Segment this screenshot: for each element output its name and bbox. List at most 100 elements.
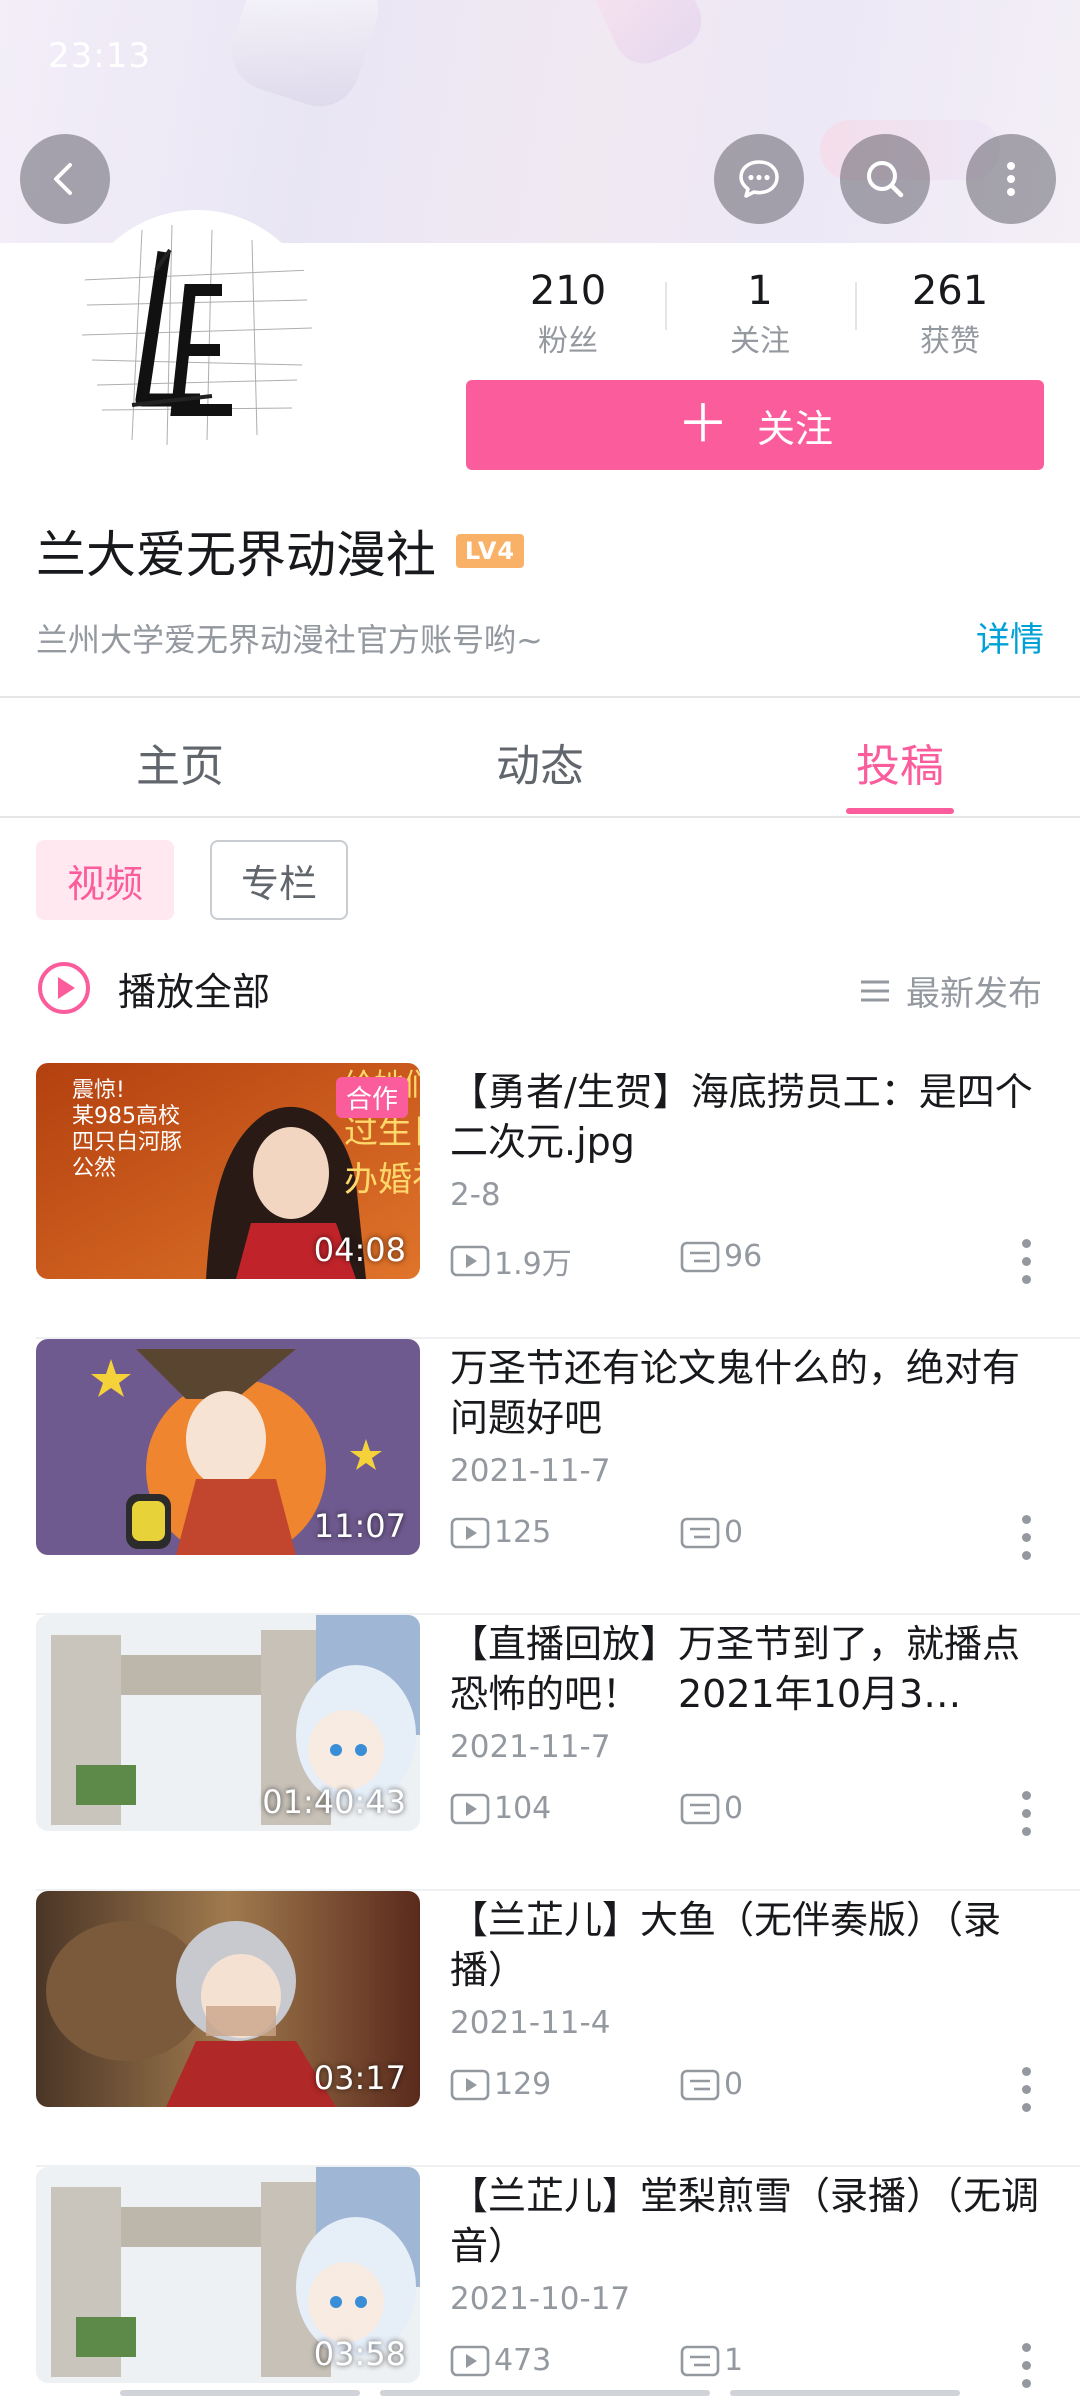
video-date: 2-8 [450, 1177, 501, 1213]
video-thumbnail[interactable]: 震惊! 某985高校 四只白河豚 公然 给她们 过生日 办婚礼 合作 04:08 [36, 1063, 420, 1279]
video-date: 2021-11-7 [450, 1453, 611, 1489]
list-sort-icon [861, 980, 889, 1001]
video-thumbnail[interactable]: 03:58 [36, 2167, 420, 2383]
back-arrow-icon [54, 163, 72, 195]
video-title[interactable]: 【兰芷儿】堂梨煎雪（录播）（无调音） [450, 2171, 1050, 2271]
following-stat[interactable]: 1 关注 [670, 268, 850, 360]
video-title[interactable]: 【直播回放】万圣节到了，就播点恐怖的吧！ 2021年10月3… [450, 1619, 1050, 1719]
tab-dynamics[interactable]: 动态 [420, 730, 660, 794]
active-tab-indicator [846, 808, 954, 814]
tab-submissions[interactable]: 投稿 [780, 730, 1020, 794]
username-row: 兰大爱无界动漫社 LV4 [36, 515, 524, 587]
message-button[interactable] [714, 134, 804, 224]
chat-bubble-icon [739, 160, 779, 198]
video-duration: 03:58 [313, 2335, 406, 2373]
play-count-icon [450, 2069, 490, 2100]
more-icon[interactable] [1022, 1239, 1034, 1293]
view-count-value: 1.9万 [494, 1247, 572, 1282]
view-count-value: 125 [494, 1515, 552, 1550]
sort-button[interactable]: 最新发布 [858, 966, 1042, 1015]
back-button[interactable] [20, 134, 110, 224]
play-count-icon [450, 1245, 490, 1277]
likes-count: 261 [911, 268, 989, 314]
video-title[interactable]: 万圣节还有论文鬼什么的，绝对有问题好吧 [450, 1343, 1050, 1443]
divider [0, 816, 1080, 818]
comment-count: 0 [680, 1515, 743, 1550]
tab-home[interactable]: 主页 [60, 730, 300, 794]
play-all-button[interactable]: 播放全部 [36, 960, 270, 1016]
plus-icon: ＋ [676, 395, 729, 455]
stat-divider [665, 282, 667, 330]
play-all-label: 播放全部 [118, 969, 271, 1014]
video-title[interactable]: 【兰芷儿】大鱼（无伴奏版）（录播） [450, 1895, 1050, 1995]
subtab-column[interactable]: 专栏 [210, 840, 348, 920]
video-date: 2021-11-4 [450, 2005, 611, 2041]
navigation-bar-segment [730, 2390, 960, 2396]
sort-label: 最新发布 [906, 974, 1042, 1014]
play-count-icon [450, 2345, 490, 2376]
more-icon[interactable] [1022, 2067, 1034, 2121]
more-options-button[interactable] [966, 134, 1056, 224]
search-button[interactable] [840, 134, 930, 224]
view-count: 129 [450, 2067, 551, 2102]
avatar-logo-image [81, 224, 313, 446]
comment-count-value: 0 [724, 2067, 744, 2102]
danmaku-icon [680, 2069, 720, 2100]
video-duration: 01:40:43 [262, 1783, 406, 1821]
play-circle-icon [38, 962, 90, 1014]
stat-divider [855, 282, 857, 330]
video-date: 2021-10-17 [450, 2281, 631, 2317]
thumb-caption-line: 过生日 [344, 1112, 420, 1152]
comment-count-value: 0 [724, 1791, 744, 1826]
video-duration: 11:07 [313, 1507, 406, 1545]
banner-decoration [578, 0, 712, 74]
video-item[interactable]: 01:40:43 【直播回放】万圣节到了，就播点恐怖的吧！ 2021年10月3…… [0, 1615, 1080, 1891]
thumb-caption-line: 震惊! [72, 1078, 125, 1103]
profile-signature: 兰州大学爱无界动漫社官方账号哟~ [36, 621, 543, 659]
view-count: 1.9万 [450, 1239, 572, 1283]
likes-label: 获赞 [920, 324, 980, 359]
view-count: 473 [450, 2343, 551, 2378]
following-label: 关注 [730, 324, 790, 359]
navigation-bar-segment [380, 2390, 710, 2396]
vertical-dots-icon [1007, 162, 1015, 196]
follow-button[interactable]: ＋ 关注 [466, 380, 1044, 470]
thumb-caption-line: 公然 [72, 1156, 116, 1181]
view-count-value: 129 [494, 2067, 552, 2102]
play-count-icon [450, 1793, 490, 1824]
view-count: 104 [450, 1791, 551, 1826]
more-icon[interactable] [1022, 1791, 1034, 1845]
navigation-bar-segment [120, 2390, 360, 2396]
video-item[interactable]: 11:07 万圣节还有论文鬼什么的，绝对有问题好吧 2021-11-7 125 … [0, 1339, 1080, 1615]
username: 兰大爱无界动漫社 [36, 526, 436, 584]
video-title[interactable]: 【勇者/生贺】海底捞员工：是四个二次元.jpg [450, 1067, 1050, 1167]
more-icon[interactable] [1022, 2343, 1034, 2397]
comment-count: 0 [680, 2067, 743, 2102]
follow-label: 关注 [757, 406, 834, 451]
danmaku-icon [680, 2345, 720, 2376]
banner-decoration [221, 0, 389, 117]
video-date: 2021-11-7 [450, 1729, 611, 1765]
video-item[interactable]: 03:17 【兰芷儿】大鱼（无伴奏版）（录播） 2021-11-4 129 0 [0, 1891, 1080, 2167]
thumb-caption-line: 办婚礼 [344, 1160, 420, 1200]
avatar[interactable] [72, 210, 322, 460]
video-thumbnail[interactable]: 01:40:43 [36, 1615, 420, 1831]
level-badge: LV4 [456, 534, 524, 568]
comment-count: 96 [680, 1239, 762, 1274]
fans-stat[interactable]: 210 粉丝 [478, 268, 658, 360]
view-count: 125 [450, 1515, 551, 1550]
comment-count-value: 96 [724, 1239, 763, 1274]
more-icon[interactable] [1022, 1515, 1034, 1569]
danmaku-icon [680, 1517, 720, 1548]
thumb-caption-line: 某985高校 [72, 1104, 180, 1129]
likes-stat[interactable]: 261 获赞 [860, 268, 1040, 360]
video-item[interactable]: 03:58 【兰芷儿】堂梨煎雪（录播）（无调音） 2021-10-17 473 … [0, 2167, 1080, 2400]
video-item[interactable]: 震惊! 某985高校 四只白河豚 公然 给她们 过生日 办婚礼 合作 04:08… [0, 1063, 1080, 1339]
fans-label: 粉丝 [538, 324, 598, 359]
comment-count: 1 [680, 2343, 743, 2378]
danmaku-icon [680, 1241, 720, 1272]
subtab-video[interactable]: 视频 [36, 840, 174, 920]
video-thumbnail[interactable]: 11:07 [36, 1339, 420, 1555]
detail-link[interactable]: 详情 [976, 612, 1044, 661]
video-thumbnail[interactable]: 03:17 [36, 1891, 420, 2107]
